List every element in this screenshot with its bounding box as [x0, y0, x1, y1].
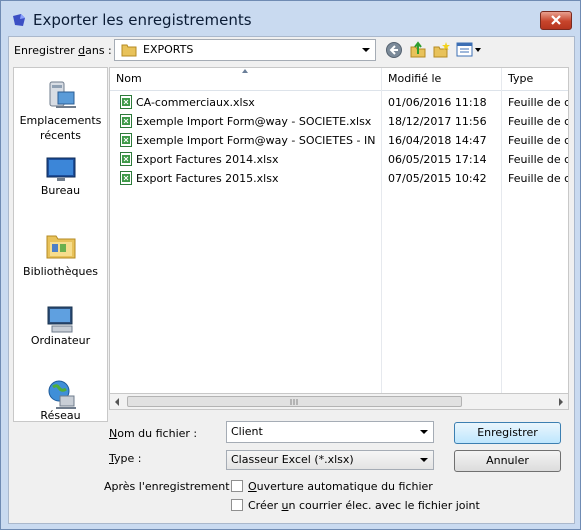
save-in-label: Enregistrer dans :	[14, 44, 112, 57]
excel-file-icon	[120, 152, 132, 166]
file-name: Export Factures 2015.xlsx	[136, 172, 279, 185]
table-row[interactable]: Export Factures 2015.xlsx 07/05/2015 10:…	[110, 169, 568, 188]
table-row[interactable]: CA-commerciaux.xlsx 01/06/2016 11:18 Feu…	[110, 93, 568, 112]
title-bar[interactable]: Exporter les enregistrements	[1, 1, 580, 35]
filename-value: Client	[231, 425, 263, 438]
file-modified: 01/06/2016 11:18	[388, 96, 487, 109]
back-icon[interactable]	[385, 41, 403, 59]
save-in-value: EXPORTS	[143, 43, 194, 56]
grip-icon	[290, 399, 298, 405]
dialog-body: Enregistrer dans : EXPORTS Emplacements …	[8, 36, 575, 524]
sort-ascending-icon	[242, 69, 248, 73]
file-type: Feuille de c	[508, 115, 568, 128]
place-label: Ordinateur	[30, 334, 91, 347]
table-row[interactable]: Exemple Import Form@way - SOCIETES - IN.…	[110, 131, 568, 150]
scrollbar-thumb[interactable]	[127, 396, 462, 407]
excel-file-icon	[120, 133, 132, 147]
scroll-left-icon[interactable]	[114, 398, 120, 406]
filename-input[interactable]: Client	[226, 421, 434, 443]
file-list[interactable]: Nom Modifié le Type CA-commerciaux.xlsx …	[109, 67, 569, 410]
place-label: Bibliothèques	[23, 265, 98, 278]
file-type: Feuille de c	[508, 96, 568, 109]
filetype-label: Type :	[109, 452, 142, 465]
file-modified: 18/12/2017 11:56	[388, 115, 487, 128]
file-name: Export Factures 2014.xlsx	[136, 153, 279, 166]
excel-file-icon	[120, 114, 132, 128]
place-label: Emplacements récents	[19, 114, 102, 142]
file-name: Exemple Import Form@way - SOCIETES - IN.…	[136, 134, 376, 147]
app-icon	[13, 14, 25, 26]
place-label: Réseau	[40, 409, 81, 422]
excel-file-icon	[120, 95, 132, 109]
cancel-button[interactable]: Annuler	[454, 450, 561, 472]
computer-icon	[47, 306, 73, 333]
up-folder-icon[interactable]	[409, 41, 427, 59]
recent-places-icon	[49, 81, 76, 108]
column-header-modified[interactable]: Modifié le	[388, 72, 441, 85]
close-icon	[551, 15, 561, 25]
folder-icon	[121, 44, 137, 57]
file-type: Feuille de c	[508, 134, 568, 147]
libraries-icon	[46, 235, 76, 259]
excel-file-icon	[120, 171, 132, 185]
places-bar: Emplacements récents Bureau Bibliothèque…	[13, 67, 108, 422]
view-menu-icon[interactable]	[456, 41, 482, 59]
auto-open-checkbox[interactable]	[231, 480, 243, 492]
file-type: Feuille de c	[508, 172, 568, 185]
email-attach-label[interactable]: Créer un courrier élec. avec le fichier …	[248, 499, 480, 512]
chevron-down-icon	[362, 48, 370, 52]
column-header-name[interactable]: Nom	[116, 72, 142, 85]
save-button[interactable]: Enregistrer	[454, 422, 561, 444]
column-header-type[interactable]: Type	[508, 72, 533, 85]
save-in-dropdown[interactable]: EXPORTS	[114, 39, 376, 61]
close-button[interactable]	[540, 11, 572, 30]
filename-label: Nom du fichier :	[109, 427, 198, 440]
place-label: Bureau	[40, 184, 81, 197]
list-header: Nom Modifié le Type	[110, 68, 568, 91]
file-name: CA-commerciaux.xlsx	[136, 96, 255, 109]
file-modified: 06/05/2015 17:14	[388, 153, 487, 166]
new-folder-icon[interactable]	[432, 41, 450, 59]
horizontal-scrollbar[interactable]	[109, 393, 569, 410]
network-icon	[48, 380, 76, 409]
email-attach-checkbox[interactable]	[231, 499, 243, 511]
file-modified: 16/04/2018 14:47	[388, 134, 487, 147]
chevron-down-icon	[420, 458, 428, 462]
file-type: Feuille de c	[508, 153, 568, 166]
filetype-dropdown[interactable]: Classeur Excel (*.xlsx)	[226, 450, 434, 470]
table-row[interactable]: Exemple Import Form@way - SOCIETE.xlsx 1…	[110, 112, 568, 131]
auto-open-label[interactable]: Ouverture automatique du fichier	[248, 480, 433, 493]
filetype-value: Classeur Excel (*.xlsx)	[231, 453, 354, 466]
file-modified: 07/05/2015 10:42	[388, 172, 487, 185]
table-row[interactable]: Export Factures 2014.xlsx 06/05/2015 17:…	[110, 150, 568, 169]
scroll-right-icon[interactable]	[558, 398, 564, 406]
window-title: Exporter les enregistrements	[33, 11, 252, 29]
after-save-label: Après l'enregistrement :	[104, 480, 237, 493]
desktop-icon	[46, 157, 76, 181]
chevron-down-icon[interactable]	[420, 430, 428, 434]
dialog-window: Exporter les enregistrements Enregistrer…	[0, 0, 581, 530]
file-name: Exemple Import Form@way - SOCIETE.xlsx	[136, 115, 372, 128]
